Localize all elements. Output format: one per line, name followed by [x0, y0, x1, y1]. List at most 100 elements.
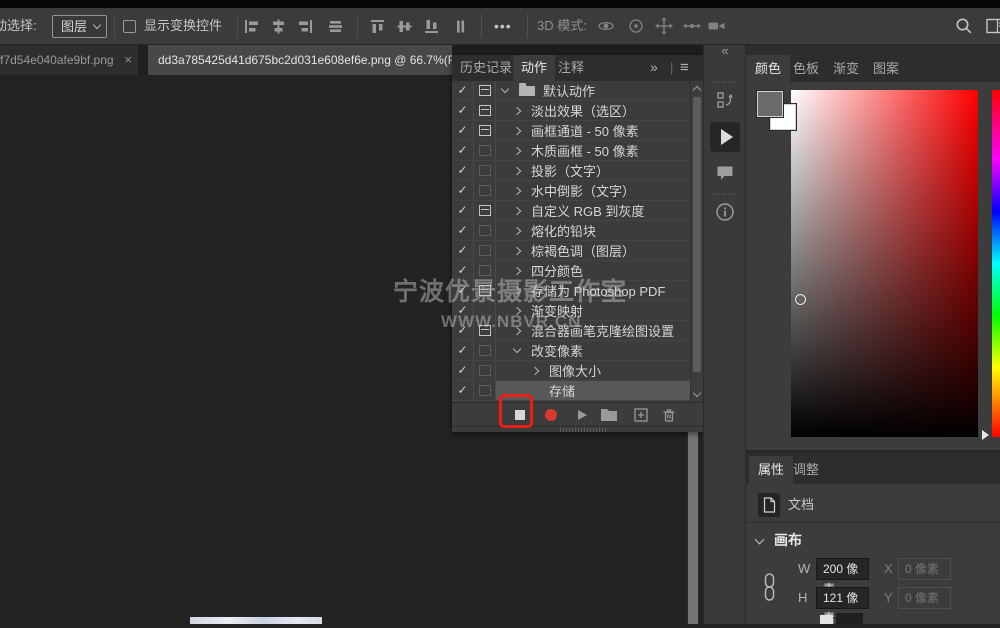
dialog-toggle-icon[interactable] — [474, 121, 496, 140]
align-bottom-edges-icon[interactable] — [423, 18, 440, 35]
tab-close-icon[interactable]: × — [124, 45, 132, 75]
dialog-toggle-icon[interactable] — [474, 361, 496, 380]
action-row-content[interactable]: 四分颜色 — [496, 261, 690, 280]
toggle-item-check-icon[interactable]: ✓ — [452, 161, 474, 180]
toggle-item-check-icon[interactable]: ✓ — [452, 181, 474, 200]
action-row[interactable]: ✓ 投影（文字） — [452, 161, 690, 181]
toggle-item-check-icon[interactable]: ✓ — [452, 121, 474, 140]
tab-notes[interactable]: 注释 — [558, 55, 584, 81]
info-panel-icon[interactable] — [712, 199, 738, 225]
action-row-content[interactable]: 淡出效果（选区） — [496, 101, 690, 120]
dialog-toggle-icon[interactable] — [474, 221, 496, 240]
3d-slide-icon[interactable] — [683, 17, 700, 34]
expand-chevron-icon[interactable] — [513, 186, 521, 194]
distribute-horizontal-icon[interactable] — [327, 18, 344, 35]
canvas-vertical-scrollbar[interactable] — [687, 432, 699, 624]
toggle-item-check-icon[interactable]: ✓ — [452, 141, 474, 160]
foreground-color-swatch[interactable] — [757, 91, 783, 117]
history-panel-icon[interactable] — [712, 87, 738, 113]
action-row[interactable]: ✓ 渐变映射 — [452, 301, 690, 321]
play-icon[interactable] — [570, 403, 594, 427]
saturation-brightness-field[interactable] — [791, 90, 978, 437]
expand-chevron-icon[interactable] — [513, 206, 521, 214]
color-picker-cursor[interactable] — [795, 294, 806, 305]
toggle-item-check-icon[interactable]: ✓ — [452, 261, 474, 280]
x-field[interactable]: 0 像素 — [898, 558, 951, 580]
tab-adjustments[interactable]: 调整 — [793, 456, 819, 484]
document-tab-active[interactable]: dd3a785425d41d675bc2d031e608ef6e.png @ 6… — [148, 45, 452, 75]
action-row-content[interactable]: 图像大小 — [496, 361, 690, 380]
dialog-toggle-icon[interactable] — [474, 141, 496, 160]
tab-actions[interactable]: 动作 — [513, 55, 555, 81]
panel-expand-icon[interactable]: » — [650, 55, 658, 81]
scroll-down-icon[interactable] — [693, 389, 701, 397]
toggle-item-check-icon[interactable]: ✓ — [452, 361, 474, 380]
align-left-edges-icon[interactable] — [243, 18, 260, 35]
panel-menu-icon[interactable]: ≡ — [680, 55, 689, 81]
action-row[interactable]: ✓ 图像大小 — [452, 361, 690, 381]
tab-color[interactable]: 颜色 — [746, 55, 790, 82]
action-row-content[interactable]: 棕褐色调（图层） — [496, 241, 690, 260]
action-row-content[interactable]: 渐变映射 — [496, 301, 690, 320]
expand-chevron-icon[interactable] — [513, 266, 521, 274]
3d-orbit-icon[interactable] — [597, 17, 614, 34]
align-horizontal-center-icon[interactable] — [270, 18, 287, 35]
toggle-item-check-icon[interactable]: ✓ — [452, 341, 474, 360]
align-top-edges-icon[interactable] — [369, 18, 386, 35]
y-field[interactable]: 0 像素 — [898, 587, 951, 609]
search-icon[interactable] — [955, 17, 972, 34]
toggle-item-check-icon[interactable]: ✓ — [452, 221, 474, 240]
expand-chevron-icon[interactable] — [513, 126, 521, 134]
action-row-content[interactable]: 自定义 RGB 到灰度 — [496, 201, 690, 220]
dialog-toggle-icon[interactable] — [474, 81, 496, 100]
expand-chevron-icon[interactable] — [513, 146, 521, 154]
action-row-content[interactable]: 默认动作 — [496, 81, 690, 100]
toggle-item-check-icon[interactable]: ✓ — [452, 201, 474, 220]
action-row[interactable]: ✓ 自定义 RGB 到灰度 — [452, 201, 690, 221]
show-transform-checkbox[interactable] — [123, 20, 136, 33]
dialog-toggle-icon[interactable] — [474, 381, 496, 400]
action-row-content[interactable]: 投影（文字） — [496, 161, 690, 180]
tab-properties[interactable]: 属性 — [749, 456, 793, 484]
toggle-item-check-icon[interactable]: ✓ — [452, 81, 474, 100]
dialog-toggle-icon[interactable] — [474, 281, 496, 300]
toggle-item-check-icon[interactable]: ✓ — [452, 381, 474, 400]
dialog-toggle-icon[interactable] — [474, 201, 496, 220]
actions-scrollbar[interactable] — [690, 81, 703, 402]
expand-chevron-icon[interactable] — [513, 326, 521, 334]
new-set-folder-icon[interactable] — [597, 403, 621, 427]
expand-chevron-icon[interactable] — [513, 166, 521, 174]
dialog-toggle-icon[interactable] — [474, 101, 496, 120]
dialog-toggle-icon[interactable] — [474, 341, 496, 360]
action-row-content[interactable]: 木质画框 - 50 像素 — [496, 141, 690, 160]
scrollbar-thumb[interactable] — [693, 97, 701, 372]
action-row[interactable]: ✓ 淡出效果（选区） — [452, 101, 690, 121]
width-field[interactable]: 200 像素 — [816, 558, 869, 580]
scrollbar-thumb[interactable] — [688, 432, 698, 624]
expand-chevron-icon[interactable] — [513, 306, 521, 314]
record-icon[interactable] — [539, 403, 563, 427]
3d-camera-icon[interactable] — [707, 17, 724, 34]
workspace-switcher-icon[interactable] — [986, 17, 1000, 34]
toggle-item-check-icon[interactable]: ✓ — [452, 281, 474, 300]
action-row[interactable]: ✓ 默认动作 — [452, 81, 690, 101]
align-vertical-center-icon[interactable] — [396, 18, 413, 35]
distribute-vertical-icon[interactable] — [452, 18, 469, 35]
tab-history[interactable]: 历史记录 — [460, 55, 512, 81]
tab-patterns[interactable]: 图案 — [873, 55, 899, 82]
expand-chevron-icon[interactable] — [531, 366, 539, 374]
action-row[interactable]: ✓ 存储 — [452, 381, 690, 401]
delete-icon[interactable] — [657, 403, 681, 427]
action-row[interactable]: ✓ 熔化的铅块 — [452, 221, 690, 241]
height-field[interactable]: 121 像素 — [816, 587, 869, 609]
action-row[interactable]: ✓ 改变像素 — [452, 341, 690, 361]
action-row[interactable]: ✓ 水中倒影（文字） — [452, 181, 690, 201]
collapse-panels-icon[interactable]: « — [704, 43, 746, 58]
dock-grip[interactable] — [713, 193, 737, 195]
action-row[interactable]: ✓ 四分颜色 — [452, 261, 690, 281]
new-action-icon[interactable] — [629, 403, 653, 427]
hue-slider-arrow-icon[interactable] — [982, 430, 989, 440]
action-row[interactable]: ✓ 存储为 Photoshop PDF — [452, 281, 690, 301]
toggle-item-check-icon[interactable]: ✓ — [452, 321, 474, 340]
expand-chevron-icon[interactable] — [513, 345, 521, 353]
